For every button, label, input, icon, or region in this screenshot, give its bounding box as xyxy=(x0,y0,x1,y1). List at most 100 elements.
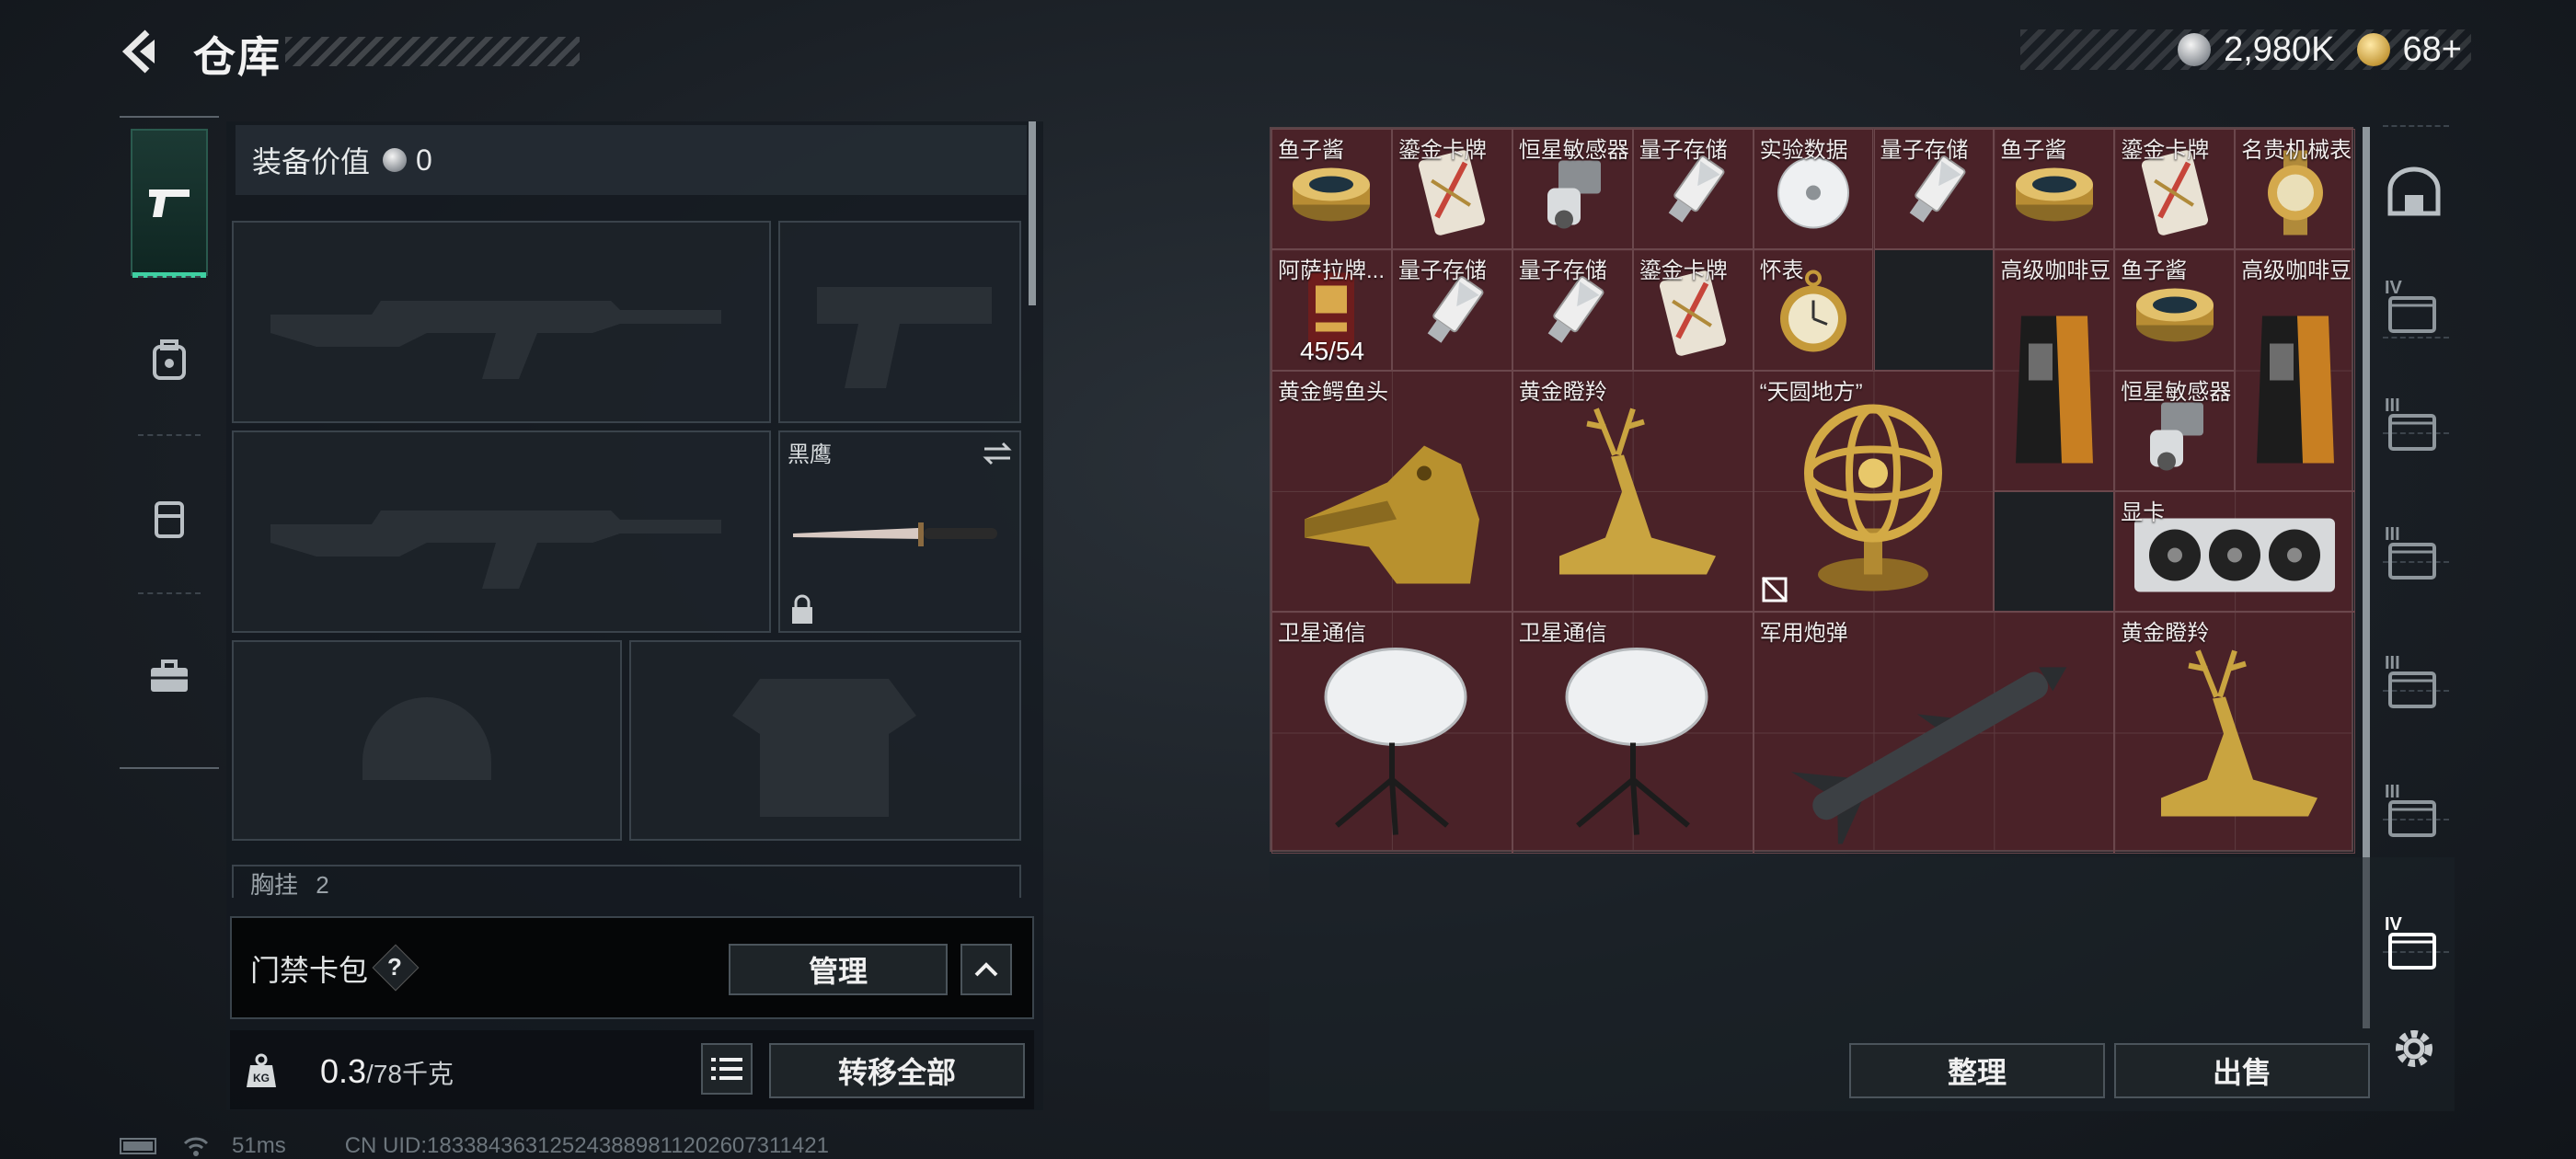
storage-item-name: 鱼子酱 xyxy=(2121,258,2188,284)
silver-coin-icon xyxy=(383,148,408,172)
settings-button[interactable] xyxy=(2385,1019,2444,1078)
caviar-item-icon xyxy=(2012,161,2097,230)
usb-item-icon xyxy=(1651,152,1734,239)
chest-rig-row[interactable]: 胸挂 2 xyxy=(232,865,1021,898)
storage-item[interactable]: 显卡 xyxy=(2114,490,2356,613)
rail-container-3[interactable]: III xyxy=(2385,524,2444,583)
storage-item[interactable]: 量子存储 xyxy=(1391,249,1512,371)
storage-item[interactable]: 鱼子酱 xyxy=(1271,129,1392,250)
rail-container-1[interactable]: IV xyxy=(2385,278,2444,337)
expand-button[interactable] xyxy=(960,944,1012,995)
storage-item[interactable]: 量子存储 xyxy=(1512,249,1633,371)
storage-item[interactable]: 高级咖啡豆 xyxy=(2235,249,2356,491)
storage-item[interactable]: 鎏金卡牌 xyxy=(1632,249,1754,371)
storage-item-count: 45/54 xyxy=(1300,336,1365,365)
equipment-value-amount: 0 xyxy=(416,143,432,177)
storage-item[interactable]: 量子存储 xyxy=(1632,129,1754,250)
briefcase-icon xyxy=(151,660,188,692)
silver-amount: 2,980K xyxy=(2224,29,2335,69)
storage-item[interactable]: 卫星通信 xyxy=(1512,612,1754,854)
sensor-item-icon xyxy=(1531,152,1614,239)
storage-item-name: 量子存储 xyxy=(1639,138,1728,163)
rail-tier-label: IV xyxy=(2385,278,2402,298)
rail-container-2[interactable]: III xyxy=(2385,396,2444,454)
storage-item[interactable]: 高级咖啡豆 xyxy=(1994,249,2115,491)
storage-item[interactable]: “天圆地方” xyxy=(1753,370,1995,615)
usb-item-icon xyxy=(1892,152,1975,239)
coffee-item-icon xyxy=(2249,288,2341,476)
pistol-icon xyxy=(149,189,190,217)
rail-container-5[interactable]: III xyxy=(2385,782,2444,841)
storage-item[interactable]: 黄金鳄鱼头 xyxy=(1271,370,1512,613)
storage-item-name: 量子存储 xyxy=(1397,258,1487,284)
storage-item-name: 高级咖啡豆 xyxy=(2241,258,2352,284)
storage-grid: 鱼子酱 鎏金卡牌 恒星敏感器 量子存储 实验数据 量子存储 鱼子酱 鎏金卡牌 名贵机械表 阿萨拉牌… xyxy=(1270,127,2356,854)
rail-tier-label: III xyxy=(2385,782,2400,802)
sphere-item-icon xyxy=(1772,390,1974,615)
secondary-weapon-slot[interactable] xyxy=(232,430,771,633)
rail-storage-icon[interactable] xyxy=(2385,162,2444,221)
ping-text: 51ms xyxy=(232,1133,286,1158)
not-tradable-icon xyxy=(1761,576,1788,608)
svg-text:KG: KG xyxy=(253,1072,270,1084)
storage-item[interactable]: 鱼子酱 xyxy=(2114,249,2236,371)
storage-item[interactable]: 鎏金卡牌 xyxy=(1391,129,1512,250)
storage-item[interactable]: 恒星敏感器 xyxy=(1512,129,1633,250)
storage-item-name: 鎏金卡牌 xyxy=(1397,138,1487,163)
storage-item-name: 鎏金卡牌 xyxy=(1639,258,1728,284)
chest-label: 胸挂 xyxy=(250,871,299,898)
storage-item[interactable]: 黄金瞪羚 xyxy=(2114,612,2356,854)
list-icon xyxy=(711,1058,742,1080)
tab-weapons[interactable] xyxy=(131,129,208,278)
usb-item-icon xyxy=(1410,272,1493,360)
back-button[interactable] xyxy=(118,28,164,75)
storage-item[interactable]: 实验数据 xyxy=(1753,129,1874,250)
melee-label: 黑鹰 xyxy=(788,442,832,467)
transfer-all-button[interactable]: 转移全部 xyxy=(769,1043,1025,1098)
manage-button[interactable]: 管理 xyxy=(729,944,948,995)
missile-item-icon xyxy=(1777,641,2090,854)
rail-container-4[interactable]: III xyxy=(2385,653,2444,712)
primary-weapon-slot[interactable] xyxy=(232,221,771,423)
storage-item[interactable]: 鎏金卡牌 xyxy=(2114,129,2236,250)
storage-item[interactable]: 恒星敏感器 xyxy=(2114,370,2236,491)
storage-item-name: 量子存储 xyxy=(1880,138,1969,163)
equipment-scrollbar[interactable] xyxy=(1029,121,1036,305)
empty-slot[interactable] xyxy=(1873,249,1995,371)
dish-item-icon xyxy=(1541,641,1725,848)
organize-button[interactable]: 整理 xyxy=(1849,1043,2105,1098)
armor-slot[interactable] xyxy=(629,640,1021,841)
storage-item[interactable]: 鱼子酱 xyxy=(1994,129,2115,250)
gold-coin-icon xyxy=(2356,33,2390,66)
storage-item-name: 鎏金卡牌 xyxy=(2121,138,2210,163)
empty-slot[interactable] xyxy=(1994,490,2115,613)
storage-item[interactable]: 黄金瞪羚 xyxy=(1512,370,1754,613)
weight-max: /78千克 xyxy=(366,1060,454,1088)
storage-item-name: 恒星敏感器 xyxy=(1518,138,1629,163)
rail-container-6[interactable]: IV xyxy=(2385,914,2444,973)
storage-item[interactable]: 阿萨拉牌... 45/54 xyxy=(1271,249,1392,371)
usb-item-icon xyxy=(1531,272,1614,360)
tab-backpack[interactable] xyxy=(131,287,208,434)
rail-tier-label: III xyxy=(2385,396,2400,416)
melee-slot[interactable]: 黑鹰 xyxy=(778,430,1021,633)
sell-button[interactable]: 出售 xyxy=(2114,1043,2370,1098)
tab-case[interactable] xyxy=(131,603,208,751)
battery-icon xyxy=(120,1138,156,1154)
pistol-slot[interactable] xyxy=(778,221,1021,423)
tab-vest[interactable] xyxy=(131,445,208,592)
storage-item-name: “天圆地方” xyxy=(1759,379,1863,405)
backpack-icon xyxy=(153,339,186,380)
equipment-value: 装备价值 0 xyxy=(236,125,1027,195)
storage-item[interactable]: 怀表 xyxy=(1753,249,1874,371)
list-view-button[interactable] xyxy=(701,1043,753,1095)
page-title: 仓库 xyxy=(193,33,282,81)
storage-item[interactable]: 卫星通信 xyxy=(1271,612,1512,854)
helmet-slot[interactable] xyxy=(232,640,622,841)
swap-icon[interactable] xyxy=(981,440,1014,467)
pistol-silhouette-icon xyxy=(817,287,992,388)
storage-item[interactable]: 名贵机械表 xyxy=(2235,129,2356,250)
storage-item[interactable]: 军用炮弹 xyxy=(1753,612,2115,854)
help-icon[interactable]: ? xyxy=(385,951,405,982)
storage-item[interactable]: 量子存储 xyxy=(1873,129,1995,250)
